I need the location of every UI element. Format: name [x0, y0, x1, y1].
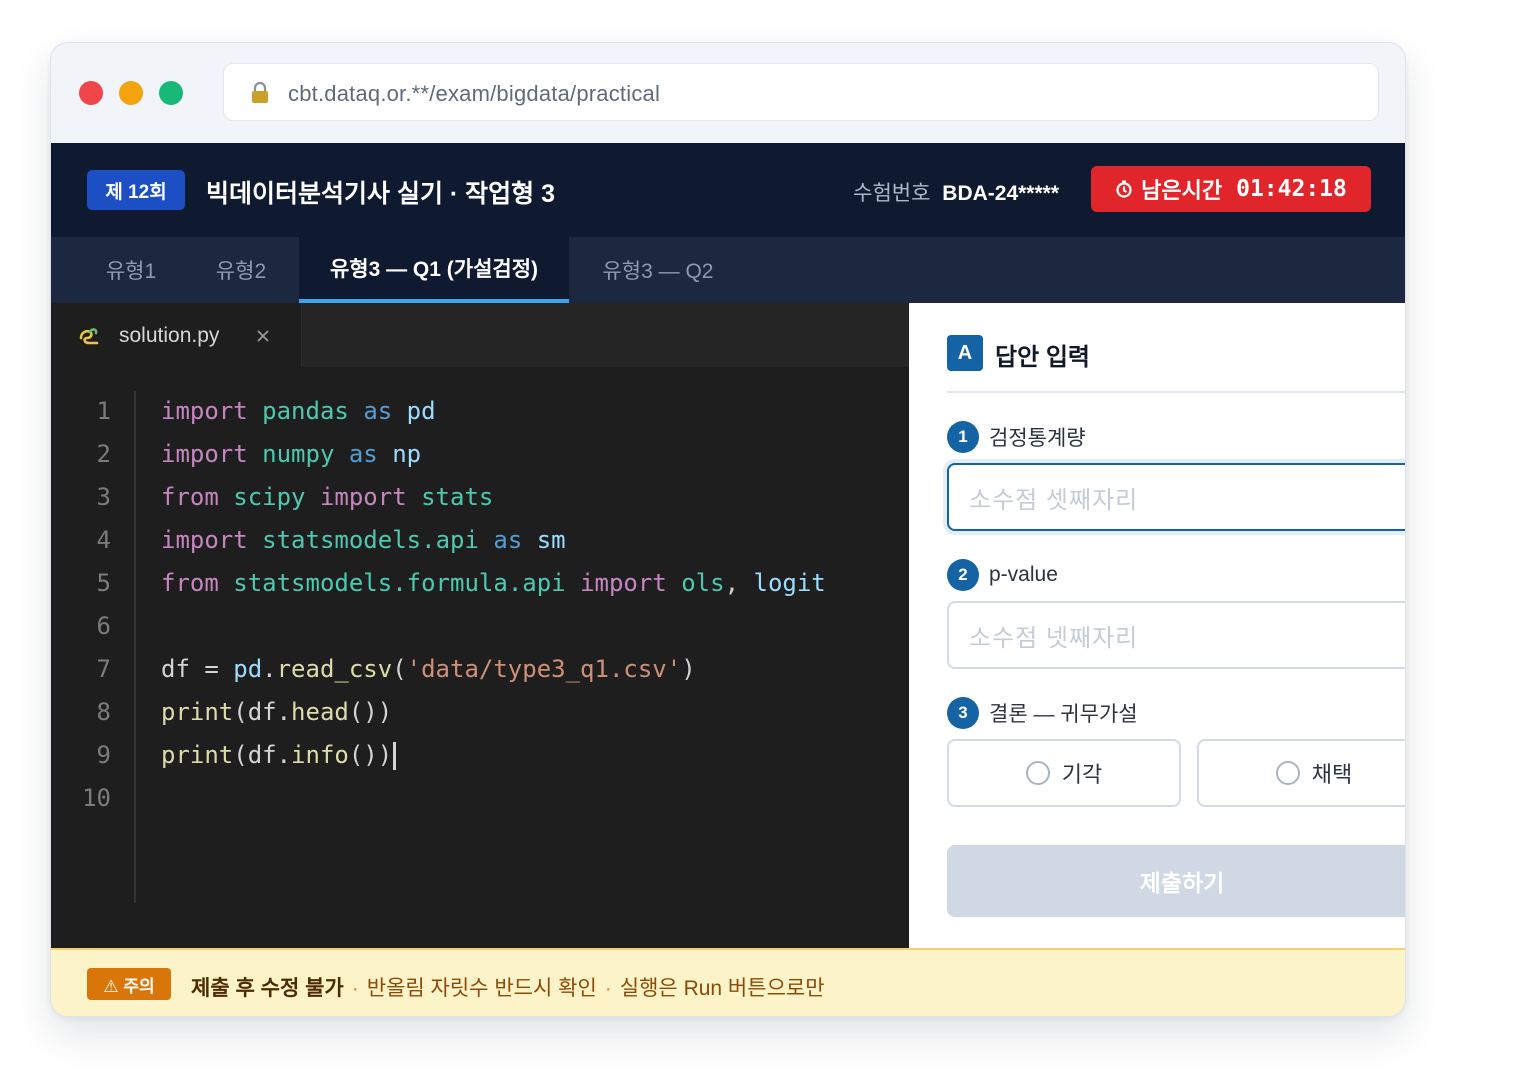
tab-type2[interactable]: 유형2 [187, 237, 295, 303]
divider [947, 391, 1405, 393]
line-number: 10 [82, 784, 111, 812]
line-number: 9 [96, 741, 111, 769]
python-icon [79, 328, 99, 345]
radio-icon[interactable] [1275, 761, 1300, 785]
warning-badge: ⚠ 주의 [87, 968, 171, 1000]
warning-item: 실행은 Run 버튼으로만 [619, 977, 825, 1000]
code-line[interactable]: df = pd.read_csv('data/type3_q1.csv') [161, 655, 696, 683]
question-1-label: 1 검정통계량 [947, 421, 1086, 453]
warning-bar: ⚠ 주의 제출 후 수정 불가 · 반올림 자릿수 반드시 확인 · 실행은 Run 버… [51, 948, 1405, 1016]
code-line[interactable]: print(df.info()) [161, 741, 397, 770]
submit-button[interactable]: 제출하기 [947, 845, 1405, 917]
answer-badge: A [947, 335, 983, 371]
question-text: 결론 — 귀무가설 [989, 703, 1138, 726]
code-line[interactable]: import pandas as pd [161, 397, 436, 425]
timer-badge: 남은시간 01:42:18 [1091, 166, 1371, 212]
exam-title: 빅데이터분석기사 실기 · 작업형 3 [206, 180, 556, 208]
code-line[interactable]: import numpy as np [161, 440, 421, 468]
reject-option[interactable]: 기각 [947, 739, 1181, 807]
round-badge: 제 12회 [87, 170, 185, 210]
panel-title: 답안 입력 [995, 344, 1090, 371]
line-number: 8 [96, 698, 111, 726]
examinee-label: 수험번호 [853, 182, 931, 205]
question-number: 3 [947, 697, 979, 729]
test-statistic-input[interactable]: 소수점 셋째자리 [947, 463, 1405, 531]
minimize-window-button[interactable] [119, 81, 143, 105]
close-icon[interactable] [256, 329, 270, 343]
address-bar[interactable]: cbt.dataq.or.**/exam/bigdata/practical [223, 63, 1379, 121]
warning-item: 반올림 자릿수 반드시 확인 [366, 977, 597, 1000]
clock-icon [1116, 180, 1132, 198]
question-text: 검정통계량 [989, 427, 1086, 450]
radio-icon[interactable] [1025, 761, 1050, 785]
exam-header: 제 12회 빅데이터분석기사 실기 · 작업형 3 수험번호 BDA-24***… [51, 143, 1405, 237]
examinee-info: 수험번호 BDA-24***** [853, 177, 1059, 207]
warning-text: 제출 후 수정 불가 · 반올림 자릿수 반드시 확인 · 실행은 Run 버튼으로만 [191, 977, 825, 1000]
answer-panel: A 답안 입력 1 검정통계량 소수점 셋째자리 2 p-value 소수점 넷… [909, 303, 1405, 948]
browser-window: cbt.dataq.or.**/exam/bigdata/practical 제… [50, 42, 1406, 1017]
question-number: 1 [947, 421, 979, 453]
code-line[interactable]: from statsmodels.formula.api import ols,… [161, 569, 826, 597]
option-label: 기각 [1061, 762, 1103, 787]
line-number: 6 [96, 612, 111, 640]
file-name: solution.py [119, 324, 220, 347]
p-value-input[interactable]: 소수점 넷째자리 [947, 601, 1405, 669]
close-window-button[interactable] [79, 81, 103, 105]
line-number: 7 [96, 655, 111, 683]
code-line[interactable]: from scipy import stats [161, 483, 493, 511]
lock-icon [252, 82, 268, 103]
question-tabs: 유형1 유형2 유형3 — Q1 (가설검정) 유형3 — Q2 [51, 237, 1405, 303]
tab-type3-q2[interactable]: 유형3 — Q2 [573, 237, 743, 303]
examinee-id: BDA-24***** [942, 182, 1059, 205]
code-line[interactable]: import statsmodels.api as sm [161, 526, 566, 554]
question-number: 2 [947, 559, 979, 591]
url-text: cbt.dataq.or.**/exam/bigdata/practical [288, 81, 661, 106]
question-3-label: 3 결론 — 귀무가설 [947, 697, 1138, 729]
warning-strong: 제출 후 수정 불가 [191, 977, 344, 1000]
tab-type1[interactable]: 유형1 [79, 237, 183, 303]
editor-tabstrip: solution.py [51, 303, 909, 367]
option-label: 채택 [1311, 762, 1353, 787]
gutter-divider [134, 391, 136, 903]
tab-type3-q1[interactable]: 유형3 — Q1 (가설검정) [299, 237, 569, 303]
timer-label: 남은시간 [1141, 178, 1223, 203]
line-number: 2 [96, 440, 111, 468]
browser-chrome: cbt.dataq.or.**/exam/bigdata/practical [51, 43, 1405, 143]
code-line[interactable]: print(df.head()) [161, 698, 392, 726]
timer-value: 01:42:18 [1236, 176, 1347, 202]
maximize-window-button[interactable] [159, 81, 183, 105]
accept-option[interactable]: 채택 [1197, 739, 1405, 807]
question-2-label: 2 p-value [947, 559, 1058, 591]
file-tab[interactable]: solution.py [51, 303, 302, 367]
line-number: 3 [96, 483, 111, 511]
line-number: 1 [96, 397, 111, 425]
line-number: 4 [96, 526, 111, 554]
line-number: 5 [96, 569, 111, 597]
code-editor[interactable]: solution.py 1 2 3 4 5 6 7 8 9 10 import … [51, 303, 909, 948]
question-text: p-value [989, 563, 1058, 586]
